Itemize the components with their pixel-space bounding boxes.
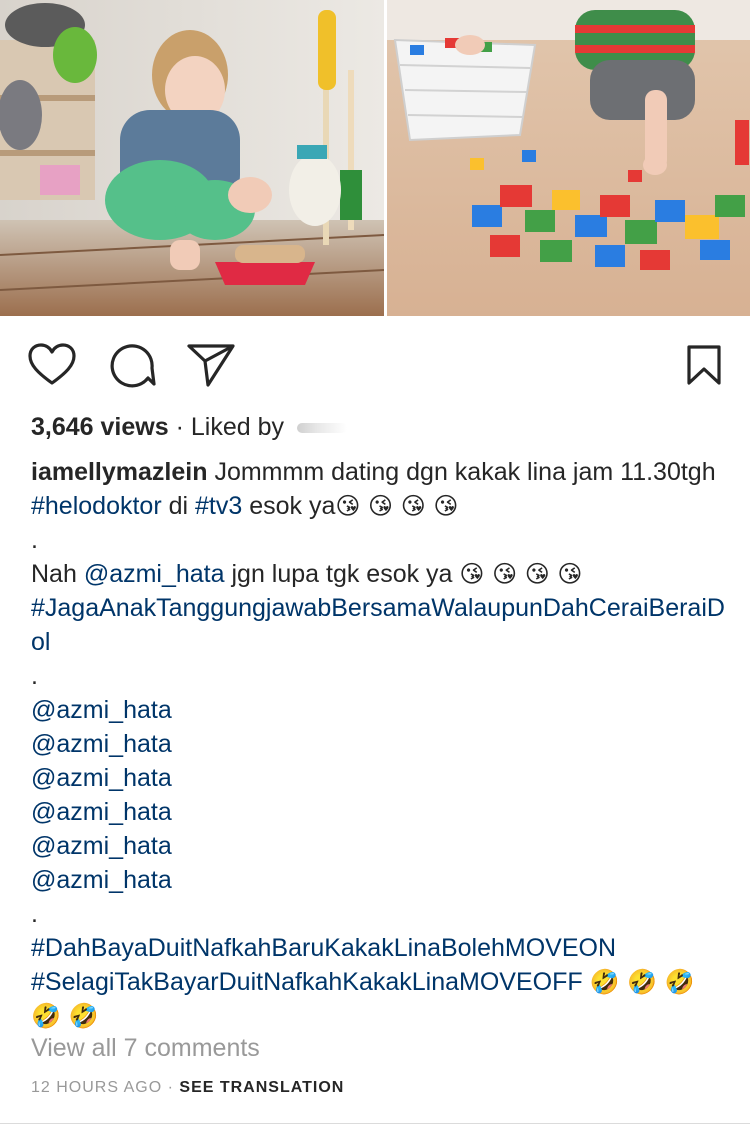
kiss-emoji: 😘 😘 😘 😘 bbox=[459, 560, 583, 588]
bookmark-icon bbox=[687, 345, 721, 385]
comment-bubble-icon bbox=[110, 344, 156, 388]
paper-plane-icon bbox=[187, 344, 235, 387]
left-photo-girl-sweeping bbox=[0, 0, 385, 316]
caption-line: . bbox=[31, 662, 38, 690]
mention-link[interactable]: @azmi_hata bbox=[84, 560, 225, 588]
divider bbox=[0, 1123, 750, 1124]
mention-link[interactable]: @azmi_hata bbox=[31, 693, 731, 727]
collage-photo bbox=[0, 0, 750, 316]
mention-link[interactable]: @azmi_hata bbox=[31, 727, 731, 761]
caption-line: Nah @azmi_hata jgn lupa tgk esok ya 😘 😘 … bbox=[31, 560, 583, 588]
view-all-comments-link[interactable]: View all 7 comments bbox=[31, 1031, 260, 1065]
meta-separator: · bbox=[167, 1079, 174, 1096]
mention-link[interactable]: @azmi_hata bbox=[31, 761, 731, 795]
hashtag-link[interactable]: #SelagiTakBayarDuitNafkahKakakLinaMOVEOF… bbox=[31, 968, 583, 996]
see-translation-link[interactable]: SEE TRANSLATION bbox=[179, 1079, 344, 1096]
caption-username[interactable]: iamellymazlein bbox=[31, 458, 207, 486]
views-count[interactable]: 3,646 views bbox=[31, 413, 169, 441]
post-image[interactable] bbox=[0, 0, 750, 316]
hashtag-link[interactable]: #tv3 bbox=[195, 492, 242, 520]
post-timestamp: 12 HOURS AGO bbox=[31, 1079, 163, 1096]
post-caption: iamellymazlein Jommmm dating dgn kakak l… bbox=[31, 455, 731, 1033]
kiss-emoji: 😘 😘 😘 😘 bbox=[335, 492, 459, 520]
caption-line: . bbox=[31, 900, 38, 928]
post-meta: 12 HOURS AGO · SEE TRANSLATION bbox=[31, 1078, 344, 1098]
liked-by-label: Liked by bbox=[190, 413, 284, 441]
hashtag-link[interactable]: #DahBayaDuitNafkahBaruKakakLinaBolehMOVE… bbox=[31, 931, 731, 965]
save-button[interactable] bbox=[686, 344, 722, 386]
caption-line: #SelagiTakBayarDuitNafkahKakakLinaMOVEOF… bbox=[31, 965, 731, 1033]
views-likes-line: 3,646 views · Liked by bbox=[31, 410, 347, 444]
caption-line: iamellymazlein Jommmm dating dgn kakak l… bbox=[31, 458, 716, 520]
right-photo-boy-lego bbox=[387, 0, 750, 316]
mention-link[interactable]: @azmi_hata bbox=[31, 863, 731, 897]
like-button[interactable] bbox=[28, 343, 76, 387]
caption-line: . bbox=[31, 526, 38, 554]
share-button[interactable] bbox=[186, 342, 236, 388]
hashtag-link[interactable]: #JagaAnakTanggungjawabBersamaWalaupunDah… bbox=[31, 591, 731, 659]
heart-icon bbox=[28, 343, 76, 385]
mention-link[interactable]: @azmi_hata bbox=[31, 795, 731, 829]
hashtag-link[interactable]: #helodoktor bbox=[31, 492, 162, 520]
mention-link[interactable]: @azmi_hata bbox=[31, 829, 731, 863]
liked-by-user-redacted[interactable] bbox=[296, 423, 347, 434]
comment-button[interactable] bbox=[108, 342, 156, 388]
